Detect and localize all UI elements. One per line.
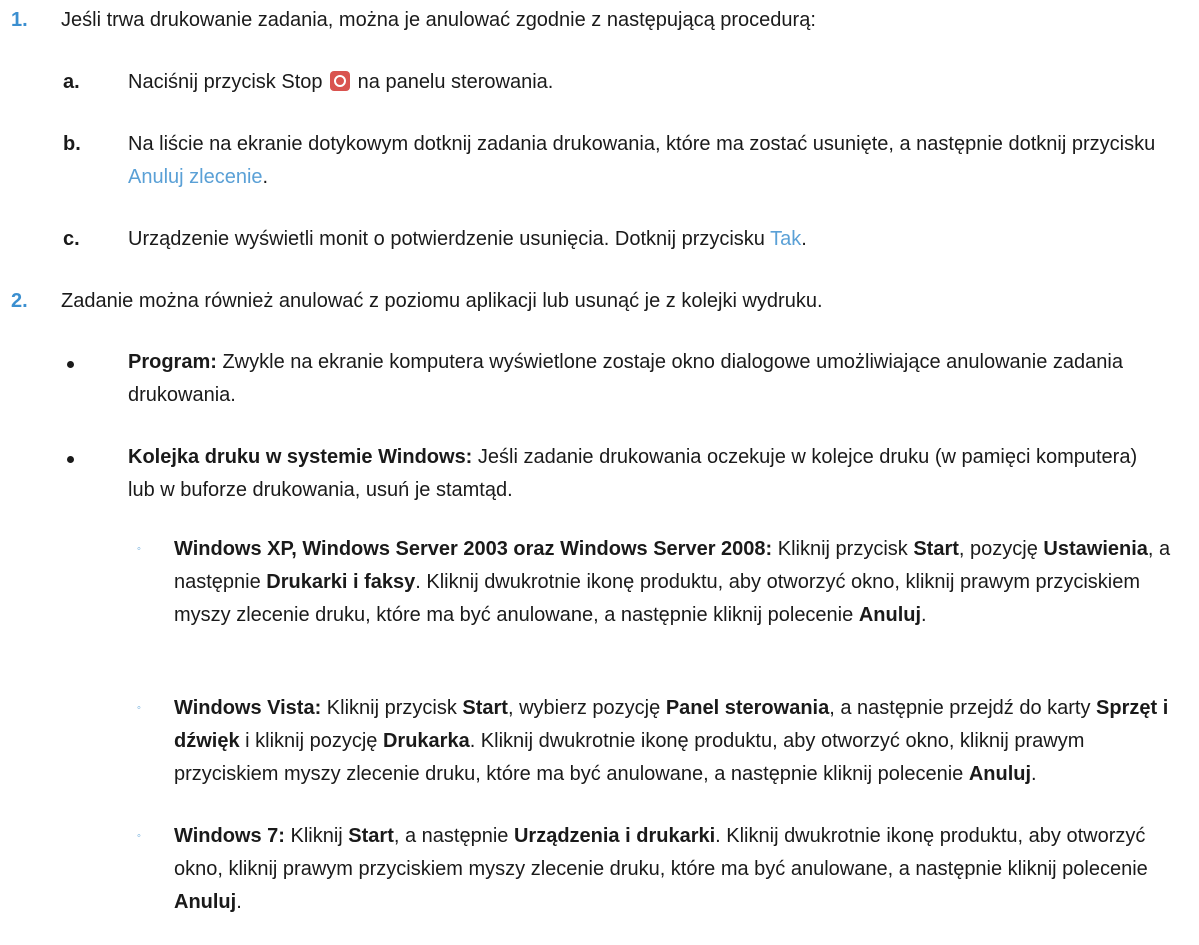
step-1b-text: Na liście na ekranie dotykowym dotknij z… [128, 133, 1156, 188]
bullet-windows-queue: Kolejka druku w systemie Windows: Jeśli … [128, 446, 1138, 501]
sub-item-xp: Windows XP, Windows Server 2003 oraz Win… [174, 538, 1171, 626]
step-1-text: Jeśli trwa drukowanie zadania, można je … [61, 9, 816, 31]
bullet-dot [67, 361, 74, 368]
cancel-job-link[interactable]: Anuluj zlecenie [128, 166, 263, 188]
sub-bullet-marker: ◦ [137, 830, 141, 842]
step-1b-letter: b. [63, 133, 81, 155]
sub-bullet-marker: ◦ [137, 543, 141, 555]
step-2-number: 2. [11, 290, 28, 312]
sub-bullet-marker: ◦ [137, 702, 141, 714]
step-1c-letter: c. [63, 228, 80, 250]
sub-item-vista: Windows Vista: Kliknij przycisk Start, w… [174, 697, 1169, 785]
step-1a-text: Naciśnij przycisk Stop na panelu sterowa… [128, 71, 554, 93]
stop-icon [330, 71, 351, 91]
step-1-number: 1. [11, 9, 28, 31]
bullet-program: Program: Zwykle na ekranie komputera wyś… [128, 351, 1123, 406]
bullet-dot [67, 456, 74, 463]
step-1a-letter: a. [63, 71, 80, 93]
step-1c-text: Urządzenie wyświetli monit o potwierdzen… [128, 228, 807, 250]
yes-link[interactable]: Tak [770, 228, 801, 250]
step-2-text: Zadanie można również anulować z poziomu… [61, 290, 823, 312]
sub-item-win7: Windows 7: Kliknij Start, a następnie Ur… [174, 825, 1148, 913]
